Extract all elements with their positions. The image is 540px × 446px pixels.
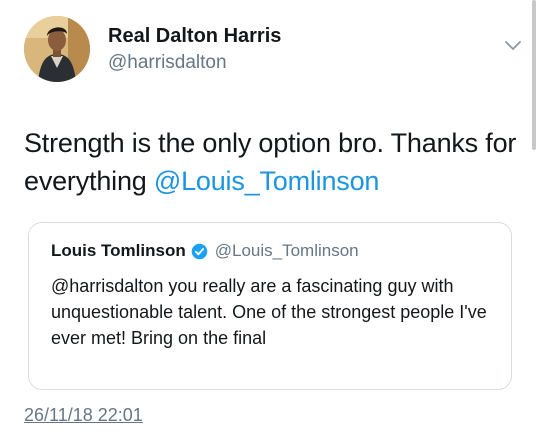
quoted-tweet[interactable]: Louis Tomlinson @Louis_Tomlinson @harris… [28,222,512,390]
scrollbar[interactable] [532,0,536,150]
mention-link[interactable]: @Louis_Tomlinson [154,166,380,196]
timestamp-link[interactable]: 26/11/18 22:01 [24,405,143,426]
avatar[interactable] [24,16,90,82]
profile-photo-icon [24,16,90,82]
quoted-tweet-text: @harrisdalton you really are a fascinati… [51,276,487,348]
author-names: Real Dalton Harris @harrisdalton [108,24,281,75]
quoted-display-name: Louis Tomlinson [51,241,186,260]
tweet: Real Dalton Harris @harrisdalton Strengt… [0,0,540,446]
quoted-handle: @Louis_Tomlinson [214,241,359,260]
chevron-down-icon[interactable] [502,34,524,56]
tweet-header: Real Dalton Harris @harrisdalton [24,16,524,82]
quoted-tweet-header: Louis Tomlinson @Louis_Tomlinson [51,241,359,261]
display-name[interactable]: Real Dalton Harris [108,24,281,48]
tweet-text: Strength is the only option bro. Thanks … [24,124,524,200]
handle[interactable]: @harrisdalton [108,51,281,75]
verified-badge-icon [191,243,208,260]
